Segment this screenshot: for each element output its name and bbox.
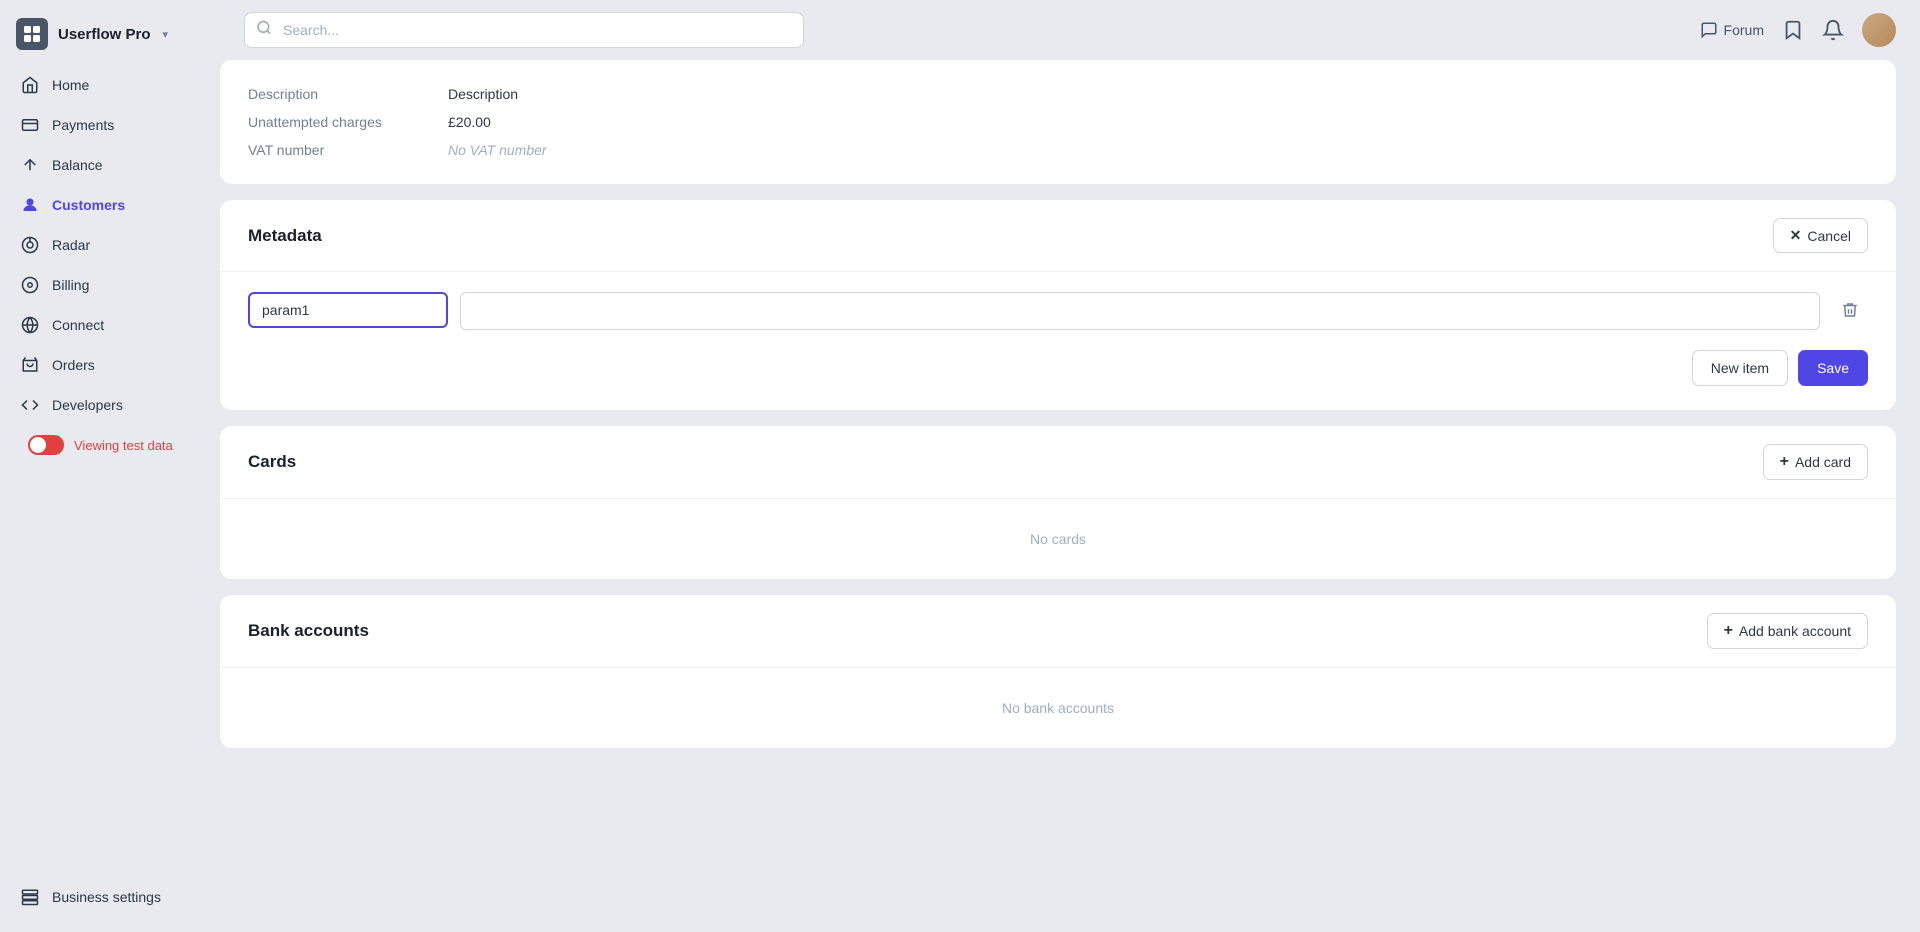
description-value: Description — [448, 86, 518, 102]
chevron-down-icon: ▾ — [163, 28, 169, 41]
search-input[interactable] — [244, 12, 804, 48]
sidebar-item-payments-label: Payments — [52, 117, 114, 133]
delete-row-button[interactable] — [1832, 292, 1868, 328]
balance-icon — [20, 155, 40, 175]
sidebar-item-orders[interactable]: Orders — [8, 346, 212, 384]
info-row-description: Description Description — [248, 80, 1868, 108]
metadata-title: Metadata — [248, 226, 322, 246]
search-wrap — [244, 12, 804, 48]
sidebar: Userflow Pro ▾ Home Payments Balance C — [0, 0, 220, 932]
forum-icon — [1700, 21, 1718, 39]
meta-value-input[interactable] — [460, 292, 1820, 330]
cards-title: Cards — [248, 452, 296, 472]
description-label: Description — [248, 86, 448, 102]
customers-icon — [20, 195, 40, 215]
test-data-toggle-row[interactable]: Viewing test data — [8, 426, 212, 464]
no-bank-accounts-message: No bank accounts — [220, 668, 1896, 748]
topbar: Forum — [220, 0, 1920, 60]
sidebar-item-radar-label: Radar — [52, 237, 90, 253]
cancel-button[interactable]: ✕ Cancel — [1773, 218, 1868, 253]
app-name: Userflow Pro — [58, 26, 151, 43]
forum-button[interactable]: Forum — [1700, 21, 1764, 39]
sidebar-item-home[interactable]: Home — [8, 66, 212, 104]
add-bank-account-label: Add bank account — [1739, 623, 1851, 639]
sidebar-item-connect-label: Connect — [52, 317, 104, 333]
sidebar-item-business-settings[interactable]: Business settings — [8, 878, 212, 916]
bank-accounts-title: Bank accounts — [248, 621, 369, 641]
sidebar-item-customers[interactable]: Customers — [8, 186, 212, 224]
new-item-button[interactable]: New item — [1692, 350, 1788, 386]
toggle-thumb — [30, 437, 46, 453]
bookmark-icon[interactable] — [1782, 19, 1804, 41]
business-settings-icon — [20, 887, 40, 907]
billing-icon — [20, 275, 40, 295]
test-data-label: Viewing test data — [74, 438, 173, 453]
content: Description Description Unattempted char… — [220, 60, 1920, 932]
save-button[interactable]: Save — [1798, 350, 1868, 386]
home-icon — [20, 75, 40, 95]
bank-accounts-card: Bank accounts + Add bank account No bank… — [220, 595, 1896, 748]
trash-icon — [1841, 301, 1859, 319]
close-icon: ✕ — [1790, 227, 1802, 244]
sidebar-item-orders-label: Orders — [52, 357, 95, 373]
payments-icon — [20, 115, 40, 135]
sidebar-item-radar[interactable]: Radar — [8, 226, 212, 264]
info-row-vat: VAT number No VAT number — [248, 136, 1868, 164]
info-row-unattempted: Unattempted charges £20.00 — [248, 108, 1868, 136]
vat-value: No VAT number — [448, 142, 547, 158]
vat-label: VAT number — [248, 142, 448, 158]
metadata-body: New item Save — [220, 272, 1896, 410]
main: Forum Description Description Unattempte… — [220, 0, 1920, 932]
sidebar-item-connect[interactable]: Connect — [8, 306, 212, 344]
sidebar-item-business-settings-label: Business settings — [52, 889, 161, 905]
sidebar-item-payments[interactable]: Payments — [8, 106, 212, 144]
connect-icon — [20, 315, 40, 335]
sidebar-item-balance[interactable]: Balance — [8, 146, 212, 184]
radar-icon — [20, 235, 40, 255]
test-data-toggle[interactable] — [28, 435, 64, 455]
add-card-button[interactable]: + Add card — [1763, 444, 1868, 480]
sidebar-item-home-label: Home — [52, 77, 89, 93]
metadata-card: Metadata ✕ Cancel New item Save — [220, 200, 1896, 410]
topbar-right: Forum — [1700, 13, 1896, 47]
notification-icon[interactable] — [1822, 19, 1844, 41]
forum-label: Forum — [1724, 22, 1764, 38]
sidebar-item-billing[interactable]: Billing — [8, 266, 212, 304]
avatar[interactable] — [1862, 13, 1896, 47]
unattempted-label: Unattempted charges — [248, 114, 448, 130]
metadata-section-header: Metadata ✕ Cancel — [220, 200, 1896, 272]
sidebar-header[interactable]: Userflow Pro ▾ — [0, 0, 220, 62]
app-logo — [16, 18, 48, 50]
sidebar-item-customers-label: Customers — [52, 197, 125, 213]
customer-info-card: Description Description Unattempted char… — [220, 60, 1896, 184]
developers-icon — [20, 395, 40, 415]
metadata-actions: New item Save — [248, 342, 1868, 390]
sidebar-nav: Home Payments Balance Customers Radar — [0, 62, 220, 870]
plus-icon: + — [1780, 453, 1789, 471]
search-icon — [256, 20, 272, 41]
meta-key-input[interactable] — [248, 292, 448, 328]
bank-accounts-section-header: Bank accounts + Add bank account — [220, 595, 1896, 668]
sidebar-item-balance-label: Balance — [52, 157, 103, 173]
cards-section-header: Cards + Add card — [220, 426, 1896, 499]
sidebar-item-billing-label: Billing — [52, 277, 89, 293]
metadata-row — [248, 292, 1868, 330]
sidebar-item-developers[interactable]: Developers — [8, 386, 212, 424]
add-bank-account-button[interactable]: + Add bank account — [1707, 613, 1868, 649]
cards-card: Cards + Add card No cards — [220, 426, 1896, 579]
no-cards-message: No cards — [220, 499, 1896, 579]
unattempted-value: £20.00 — [448, 114, 491, 130]
plus-icon-bank: + — [1724, 622, 1733, 640]
sidebar-bottom: Business settings — [0, 870, 220, 932]
sidebar-item-developers-label: Developers — [52, 397, 123, 413]
add-card-label: Add card — [1795, 454, 1851, 470]
orders-icon — [20, 355, 40, 375]
cancel-label: Cancel — [1807, 228, 1851, 244]
